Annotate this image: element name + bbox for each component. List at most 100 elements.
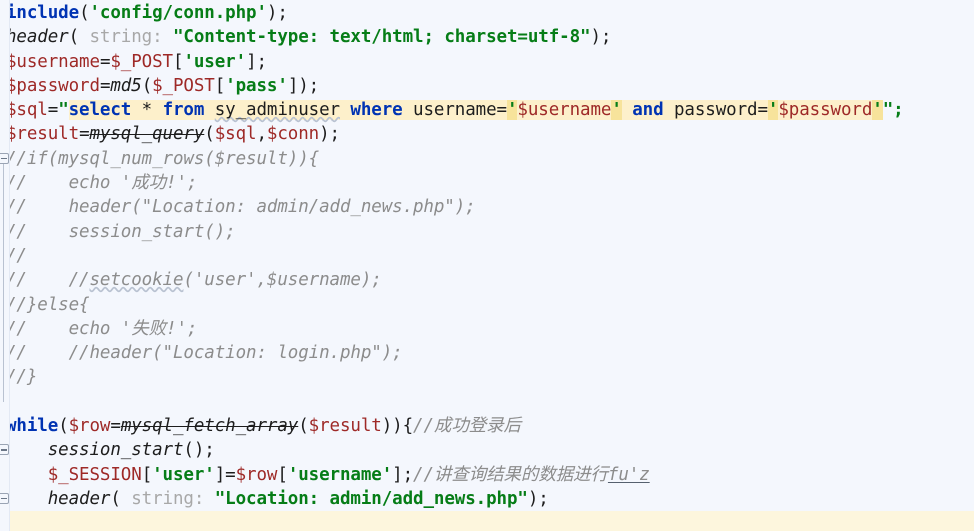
line-result[interactable]: $result=mysql_query($sql,$conn); [0,122,974,146]
line-cmt-blank-1[interactable]: // [0,244,974,268]
code-lines-container[interactable]: include('config/conn.php'); header( strin… [0,0,974,511]
code-token: // // [6,270,90,291]
code-token: ]= [214,464,236,485]
code-token: "; [882,100,904,121]
code-token: select [68,100,132,121]
code-token: md5 [110,75,142,96]
code-token: 'user' [183,51,247,72]
code-token: $username [6,51,100,72]
code-token: = [110,416,121,437]
code-fold-toggle-icon[interactable] [0,444,9,456]
code-token: $row [235,464,278,485]
code-token: username= [402,100,507,121]
code-token: include [6,3,80,23]
code-token: sy_adminuser [214,100,340,121]
code-token: [ [141,464,153,485]
line-cmt-close[interactable]: //} [0,365,974,389]
line-session-assign[interactable]: $_SESSION['user']=$row['username'];//讲查询… [0,463,974,487]
code-token: string: [131,488,205,509]
code-token: // [413,464,434,485]
line-header-location[interactable]: header( string: "Location: admin/add_new… [0,487,974,511]
code-token: !'; [166,173,198,194]
line-cmt-setcookie[interactable]: // //setcookie('user',$username); [0,268,974,292]
line-while[interactable]: while($row=mysql_fetch_array($result)){/… [0,414,974,438]
code-token: (); [183,440,215,461]
code-token: ( [58,416,69,437]
code-token: = [99,51,111,72]
code-token: $conn [266,124,320,145]
code-token: , [256,124,267,145]
code-token: ]; [246,51,267,72]
current-line-highlight [0,511,974,531]
code-token: fu'z [607,464,650,485]
line-cmt-else[interactable]: //}else{ [0,293,974,317]
code-token: 讲查询结果的数据进行 [433,464,608,485]
code-token: // header("Location: admin/add_news.php"… [6,197,476,218]
code-token: ( [141,75,153,96]
code-token: mysql_query [89,124,205,145]
code-token: ( [68,27,90,48]
code-fold-toggle-icon[interactable] [0,493,9,504]
code-token: " [58,100,69,121]
code-token: = [47,100,59,121]
code-token: ' [506,100,518,121]
code-token: while [6,416,59,437]
code-token: $_POST [152,75,215,96]
code-token: $row [68,416,111,437]
line-session-start[interactable]: session_start(); [0,438,974,462]
code-token: ('user',$username); [183,270,382,291]
code-token: [ [214,75,226,96]
code-token: ]); [287,75,320,96]
code-token: 失败 [131,318,167,339]
code-token: //}else{ [6,294,90,315]
code-token: ( [110,488,132,509]
code-token: ); [590,27,612,48]
line-username[interactable]: $username=$_POST['user']; [0,50,974,74]
line-blank-1[interactable] [0,390,974,414]
line-cmt-session-start[interactable]: // session_start(); [0,220,974,244]
code-token: ' [611,100,622,121]
code-token: // session_start(); [6,221,236,242]
line-cmt-if[interactable]: //if(mysql_num_rows($result)){ [0,147,974,171]
code-token: setcookie [89,270,184,291]
code-token: 成功 [131,173,167,194]
code-token: = [79,124,90,145]
line-cmt-header-login[interactable]: // //header("Location: login.php"); [0,341,974,365]
code-token: ( [298,416,309,437]
code-token [204,100,215,121]
code-token: session_start [47,440,184,461]
line-header-charset[interactable]: header( string: "Content-type: text/html… [0,25,974,49]
code-token: ( [79,3,90,23]
code-token: * [131,100,163,121]
code-token: 'pass' [225,75,288,96]
code-token: $_SESSION [47,464,142,485]
code-token: // echo ' [6,318,132,339]
code-token [621,100,633,121]
code-token: //if(mysql_num_rows($result)){ [6,148,320,169]
code-token: $result [6,124,80,145]
code-editor[interactable]: include('config/conn.php'); header( strin… [0,0,974,531]
line-password[interactable]: $password=md5($_POST['pass']); [0,74,974,98]
code-token: !'; [166,318,198,339]
code-token: 'config/conn.php' [89,3,268,23]
line-cmt-header-addnews[interactable]: // header("Location: admin/add_news.php"… [0,195,974,219]
code-fold-toggle-icon[interactable] [0,152,9,164]
code-token: from [162,100,205,121]
code-token: header [6,27,69,48]
code-token: mysql_fetch_array [120,416,299,437]
code-token: $result [308,416,382,437]
line-sql[interactable]: $sql="select * from sy_adminuser where u… [0,98,974,122]
fold-rail [3,163,5,402]
code-token: // [413,416,434,437]
line-include[interactable]: include('config/conn.php'); [0,1,974,25]
code-token: ); [527,488,549,509]
code-token: $sql [6,100,48,121]
code-token: "Content-type: text/html; charset=utf-8" [173,27,591,48]
code-token: [ [173,51,184,72]
line-cmt-echo-success[interactable]: // echo '成功!'; [0,171,974,195]
line-cmt-echo-fail[interactable]: // echo '失败!'; [0,317,974,341]
code-token: // echo ' [6,173,132,194]
